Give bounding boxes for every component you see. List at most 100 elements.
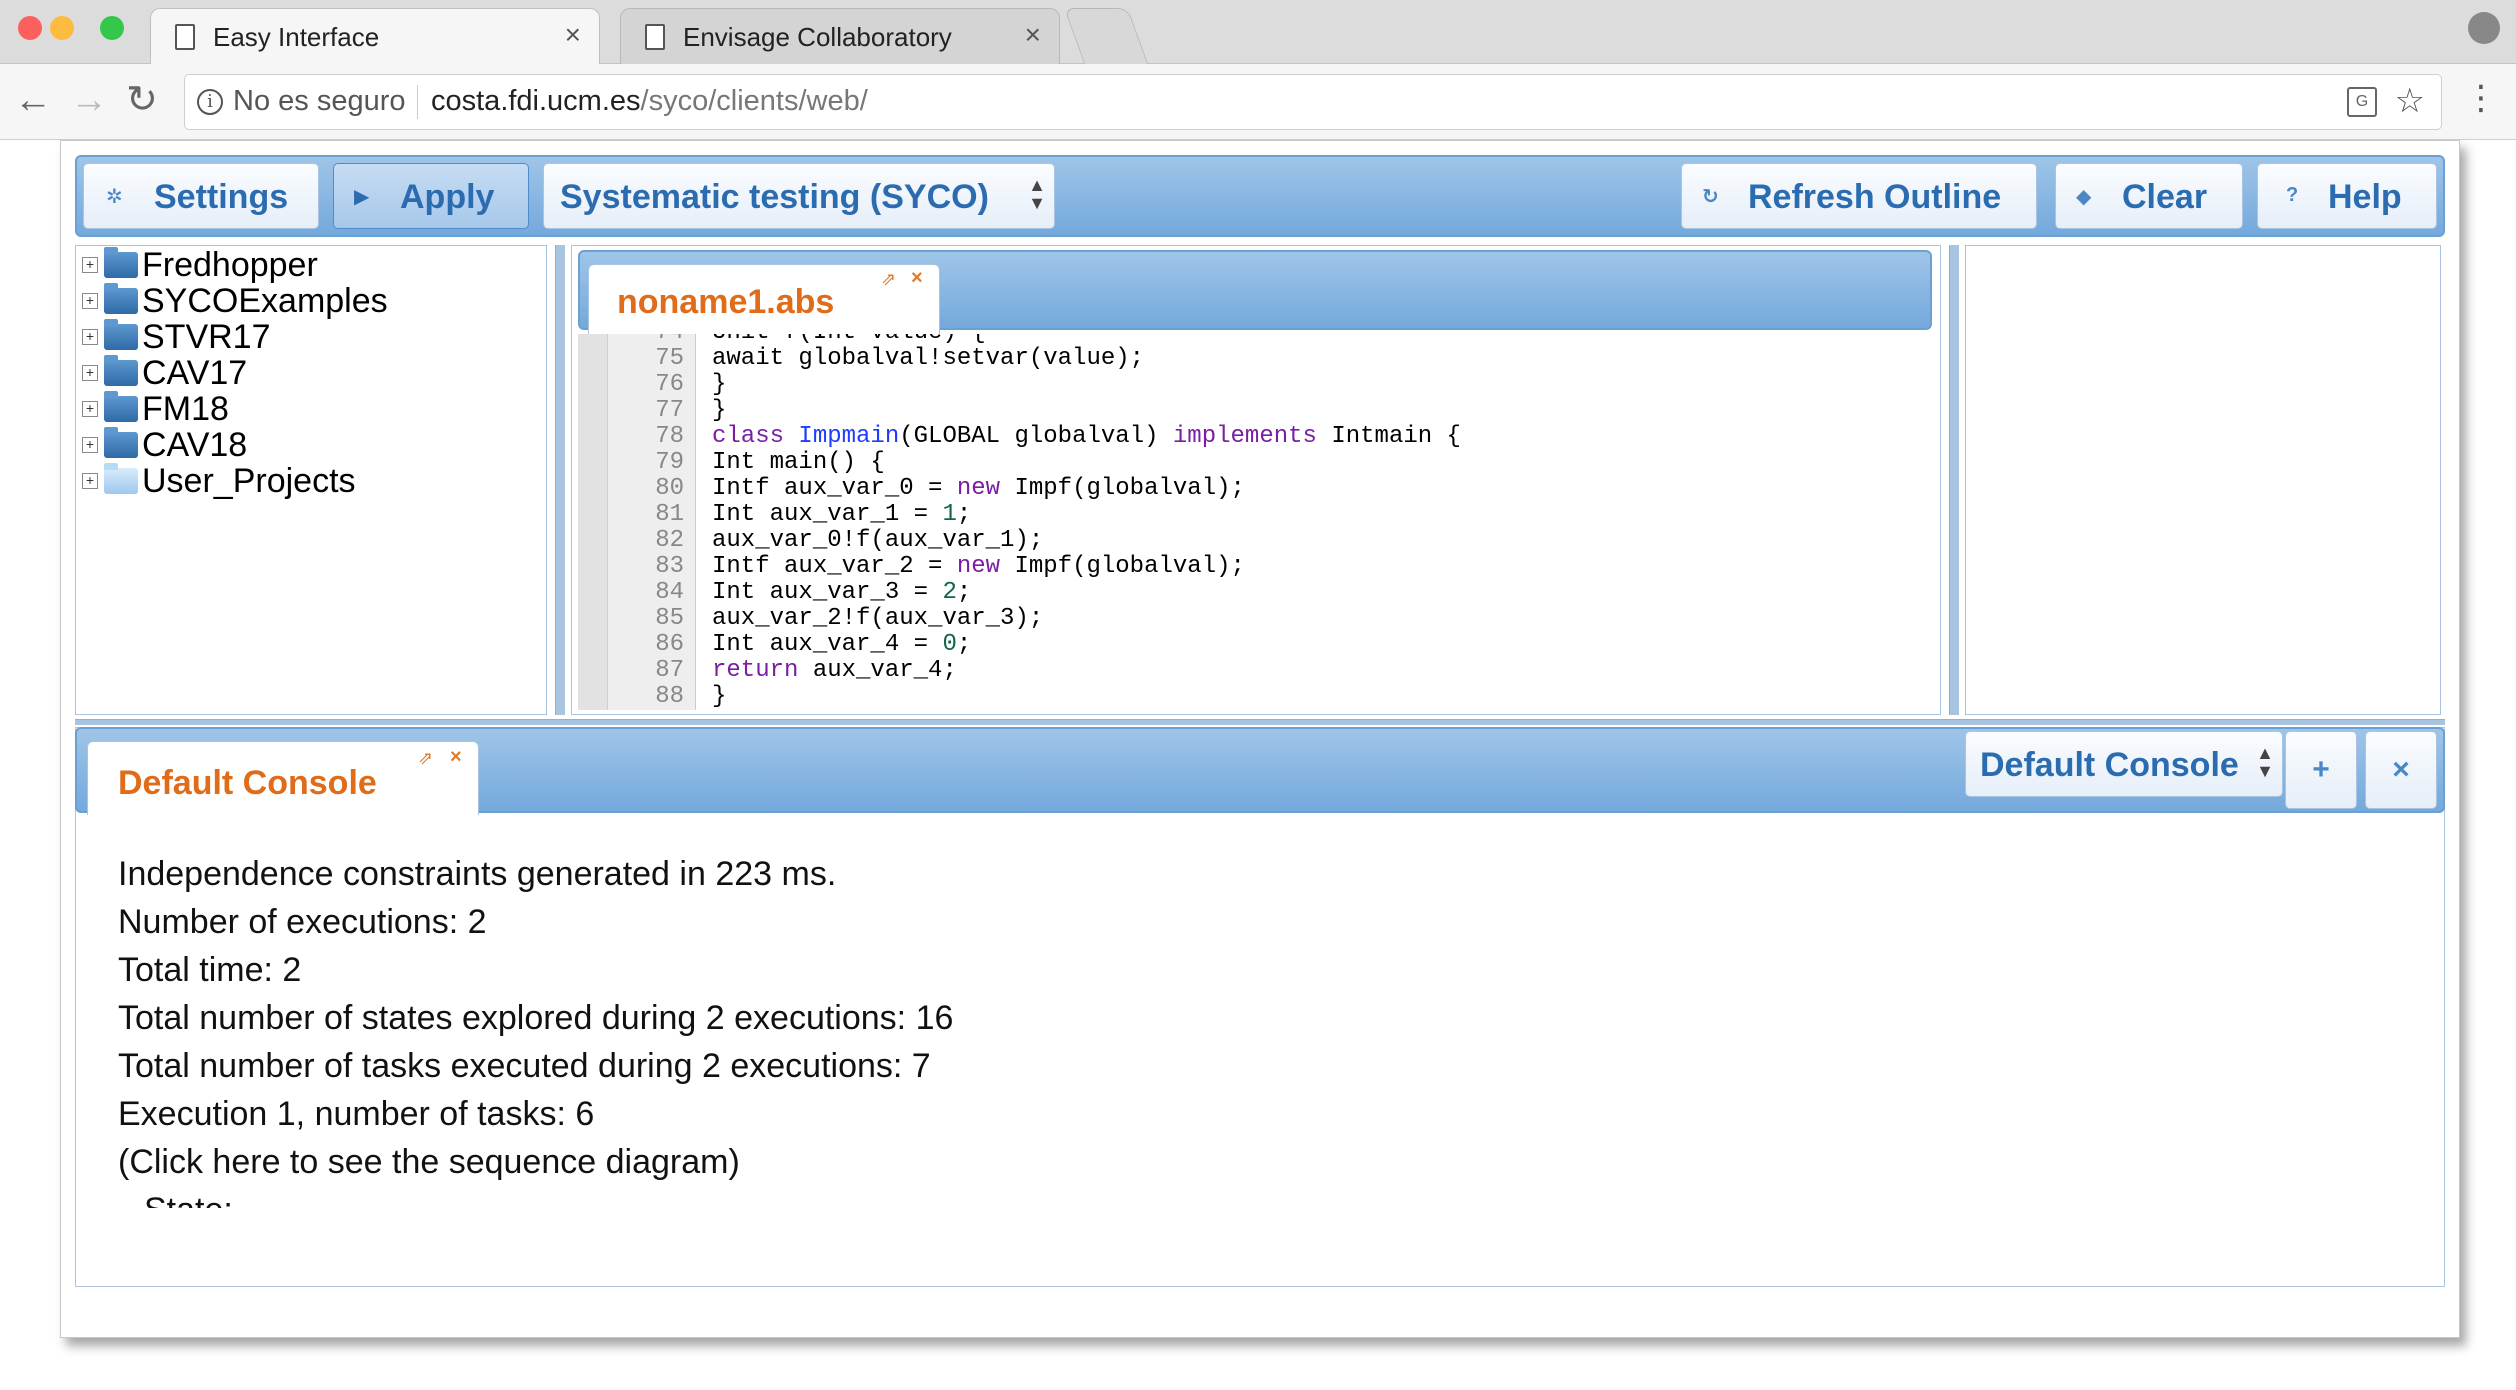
tree-item-user-projects[interactable]: + User_Projects — [82, 462, 356, 500]
tree-item-cav18[interactable]: + CAV18 — [82, 426, 247, 464]
console-line: Total time: 2 — [118, 951, 302, 989]
eraser-icon: ◆ — [2076, 186, 2092, 208]
back-arrow-icon[interactable]: ← — [14, 80, 52, 120]
security-label: No es seguro — [233, 85, 406, 117]
popout-icon[interactable]: ⇗ — [881, 269, 896, 290]
code-text: Int aux_var_1 = 1; — [712, 501, 972, 528]
popout-icon[interactable]: ⇗ — [418, 748, 433, 769]
close-window-button[interactable] — [18, 16, 42, 40]
right-splitter[interactable] — [1949, 245, 1959, 715]
refresh-outline-button[interactable]: ↻ Refresh Outline — [1681, 163, 2037, 229]
horizontal-splitter[interactable] — [75, 719, 2445, 725]
close-icon[interactable]: × — [450, 746, 462, 769]
url-text[interactable]: costa.fdi.ucm.es/syco/clients/web/ — [431, 85, 868, 118]
close-console-button[interactable]: × — [2365, 731, 2437, 809]
page-icon — [645, 24, 665, 50]
tab-title: Envisage Collaboratory — [683, 22, 952, 52]
tree-item-label: STVR17 — [142, 317, 271, 356]
folder-icon — [104, 391, 138, 422]
gear-icon: ✲ — [106, 186, 123, 208]
url-host: costa.fdi.ucm.es — [431, 85, 641, 117]
code-area[interactable]: 74Unit f(Int value) { 75await globalval!… — [578, 334, 1932, 710]
tab-title: Easy Interface — [213, 22, 380, 52]
clear-button[interactable]: ◆ Clear — [2055, 163, 2243, 229]
tree-item-fm18[interactable]: + FM18 — [82, 389, 229, 428]
tree-item-sycoexamples[interactable]: + SYCOExamples — [82, 281, 388, 320]
console-tab-default[interactable]: Default Console ⇗ × — [87, 741, 479, 815]
tree-item-label: SYCOExamples — [142, 281, 388, 320]
line-number: 80 — [655, 475, 684, 502]
console-line: Number of executions: 2 — [118, 903, 487, 941]
code-text: return aux_var_4; — [712, 657, 957, 684]
tab-close-icon[interactable]: × — [1025, 19, 1041, 51]
tree-item-label: Fredhopper — [142, 245, 318, 284]
clear-label: Clear — [2122, 178, 2208, 216]
close-icon[interactable]: × — [911, 267, 923, 290]
line-number: 81 — [655, 501, 684, 528]
tree-item-cav17[interactable]: + CAV17 — [82, 353, 248, 392]
play-icon: ▶ — [354, 186, 370, 208]
fold-bar — [578, 334, 608, 710]
help-label: Help — [2328, 178, 2402, 216]
add-console-button[interactable]: + — [2285, 731, 2357, 809]
tree-item-label: CAV17 — [142, 353, 248, 392]
browser-tab-easy-interface[interactable]: Easy Interface × — [150, 8, 600, 64]
code-text: Intf aux_var_0 = new Impf(globalval); — [712, 475, 1245, 502]
tree-item-fredhopper[interactable]: + Fredhopper — [82, 245, 318, 284]
console-select[interactable]: Default Console ▲ ▼ — [1965, 731, 2283, 797]
reload-icon[interactable]: ↻ — [126, 80, 158, 120]
console-line: Total number of tasks executed during 2 … — [118, 1047, 931, 1085]
menu-kebab-icon[interactable]: ⋮ — [2464, 78, 2498, 118]
editor-tab-noname1[interactable]: noname1.abs ⇗ × — [588, 264, 940, 336]
code-text: Int aux_var_4 = 0; — [712, 631, 972, 658]
console-line-partial: State: — [118, 1186, 953, 1208]
app-toolbar: ✲ Settings ▶ Apply Systematic testing (S… — [75, 155, 2445, 237]
console-line: Execution 1, number of tasks: 6 — [118, 1095, 595, 1133]
apply-button[interactable]: ▶ Apply — [333, 163, 529, 229]
console-select-value: Default Console — [1980, 746, 2239, 784]
forward-arrow-icon[interactable]: → — [70, 80, 108, 120]
line-number: 88 — [655, 683, 684, 710]
maximize-window-button[interactable] — [100, 16, 124, 40]
url-path: /syco/clients/web/ — [640, 85, 868, 117]
sequence-diagram-link[interactable]: (Click here to see the sequence diagram) — [118, 1138, 953, 1186]
settings-label: Settings — [154, 178, 289, 216]
browser-tab-envisage[interactable]: Envisage Collaboratory × — [620, 8, 1060, 64]
translate-icon[interactable]: G — [2347, 87, 2377, 117]
console-line: Total number of states explored during 2… — [118, 999, 954, 1037]
code-text: Intf aux_var_2 = new Impf(globalval); — [712, 553, 1245, 580]
info-icon[interactable]: i — [197, 89, 223, 115]
bookmark-star-icon[interactable]: ☆ — [2395, 81, 2425, 121]
line-number: 75 — [655, 345, 684, 372]
expand-icon[interactable]: + — [82, 257, 98, 273]
expand-icon[interactable]: + — [82, 293, 98, 309]
expand-icon[interactable]: + — [82, 401, 98, 417]
new-tab-button[interactable] — [1063, 8, 1149, 64]
easy-interface-app: ✲ Settings ▶ Apply Systematic testing (S… — [60, 140, 2460, 1338]
tree-item-stvr17[interactable]: + STVR17 — [82, 317, 271, 356]
folder-icon — [104, 283, 138, 314]
tree-item-label: FM18 — [142, 389, 229, 428]
tool-select-value: Systematic testing (SYCO) — [560, 178, 989, 216]
expand-icon[interactable]: + — [82, 329, 98, 345]
line-number: 87 — [655, 657, 684, 684]
address-bar[interactable]: i No es seguro costa.fdi.ucm.es/syco/cli… — [184, 74, 2442, 130]
tool-select[interactable]: Systematic testing (SYCO) ▲ ▼ — [543, 163, 1055, 229]
settings-button[interactable]: ✲ Settings — [83, 163, 319, 229]
left-splitter[interactable] — [555, 245, 565, 715]
code-text: Int main() { — [712, 449, 885, 476]
browser-tab-strip: Easy Interface × Envisage Collaboratory … — [0, 0, 2516, 64]
folder-icon — [104, 319, 138, 350]
expand-icon[interactable]: + — [82, 365, 98, 381]
console-tab-bar: Default Console ⇗ × Default Console ▲ ▼ +… — [75, 727, 2445, 815]
expand-icon[interactable]: + — [82, 437, 98, 453]
plus-icon: + — [2312, 753, 2330, 786]
folder-icon — [104, 463, 138, 494]
profile-icon[interactable] — [2468, 12, 2500, 44]
line-number: 85 — [655, 605, 684, 632]
help-button[interactable]: ? Help — [2257, 163, 2437, 229]
expand-icon[interactable]: + — [82, 473, 98, 489]
tab-close-icon[interactable]: × — [565, 19, 581, 51]
minimize-window-button[interactable] — [50, 16, 74, 40]
file-tree-panel: + Fredhopper + SYCOExamples + STVR17 + CAV17… — [75, 245, 547, 715]
